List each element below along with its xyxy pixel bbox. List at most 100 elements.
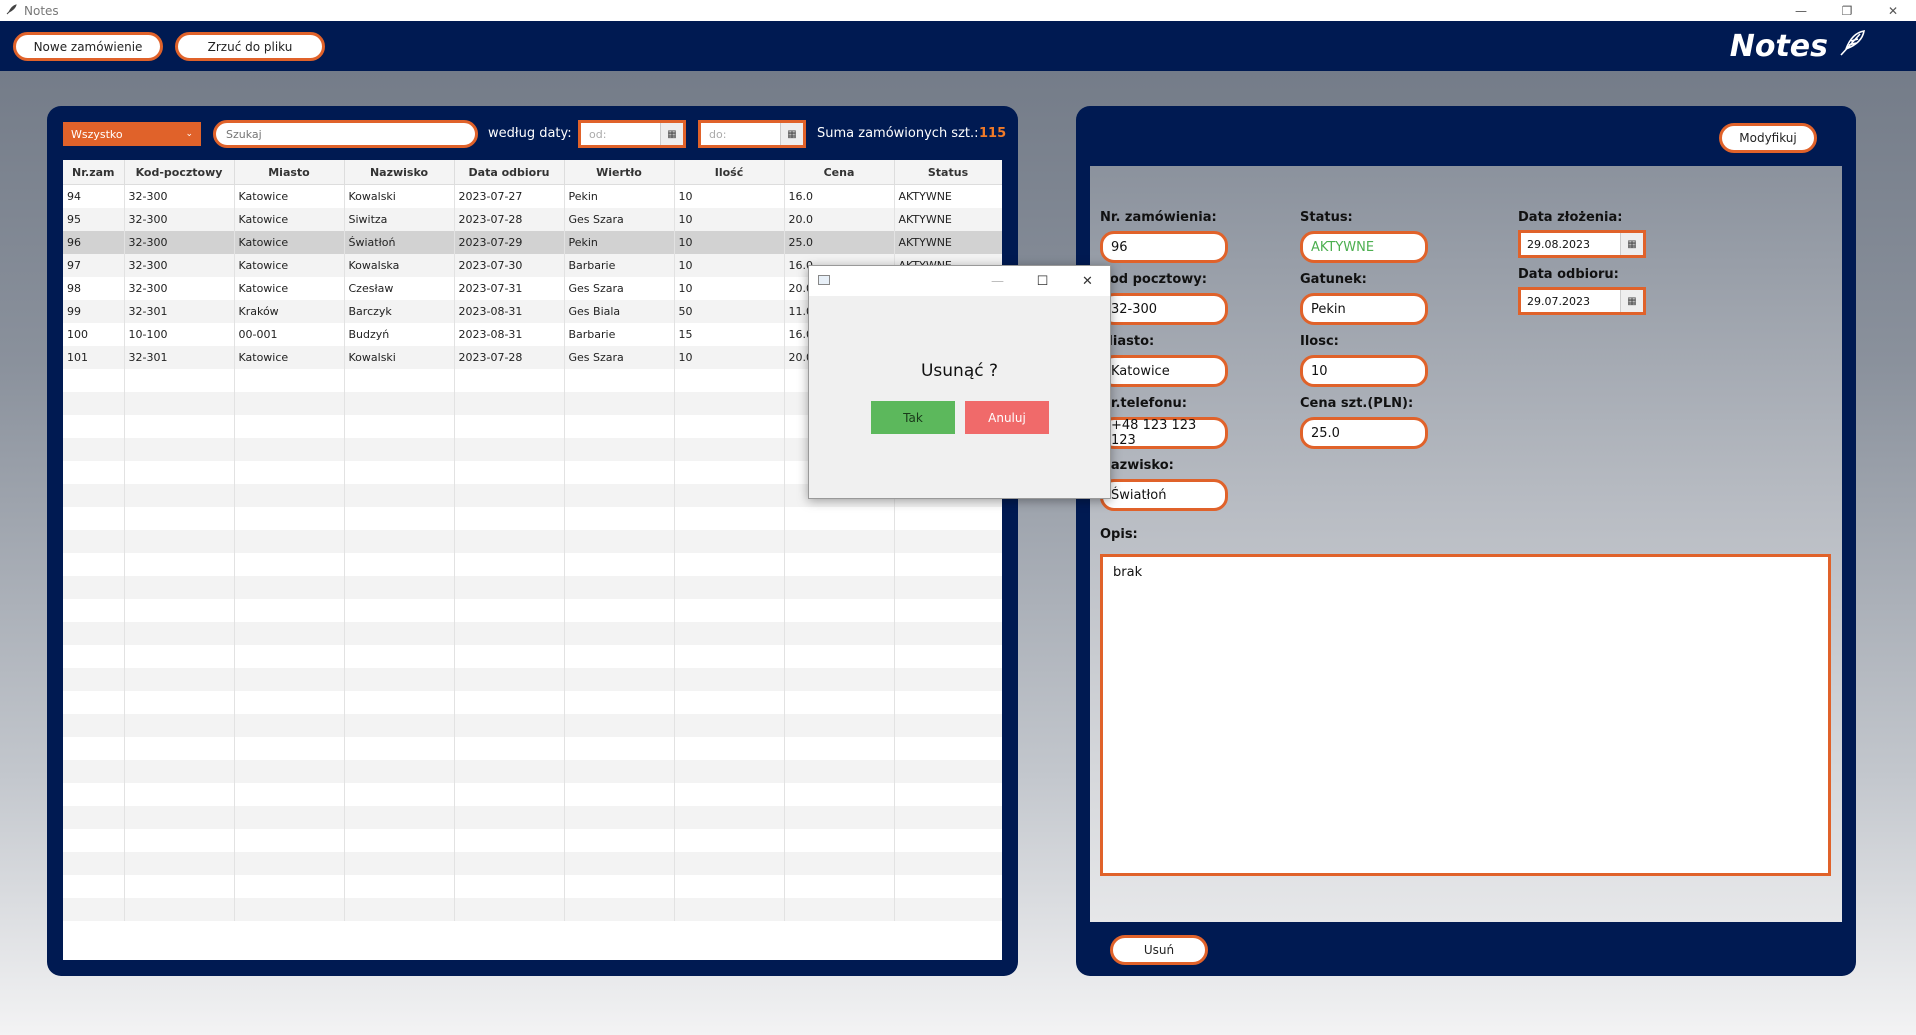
postal-label: Kod pocztowy: [1100, 272, 1207, 287]
date-to-picker[interactable]: do: ▦ [698, 120, 806, 148]
table-row[interactable]: 94 32-300 Katowice Kowalski 2023-07-27 Pekin 1… [63, 184, 1002, 208]
table-cell [564, 760, 675, 783]
table-cell: 2023-07-27 [454, 184, 565, 208]
description-textarea[interactable]: brak [1100, 554, 1831, 876]
table-cell [894, 530, 1002, 553]
table-cell [344, 461, 455, 484]
created-date-picker[interactable]: 29.08.2023 ▦ [1518, 230, 1646, 258]
table-cell [674, 737, 785, 760]
dialog-close-button[interactable]: ✕ [1065, 266, 1110, 296]
table-cell: Katowice [234, 346, 345, 369]
modify-button[interactable]: Modyfikuj [1719, 123, 1817, 153]
table-cell: Barbarie [564, 323, 675, 346]
table-cell [344, 852, 455, 875]
minimize-button[interactable]: — [1778, 0, 1824, 21]
table-cell [344, 599, 455, 622]
pickup-date-picker[interactable]: 29.07.2023 ▦ [1518, 287, 1646, 315]
table-cell [234, 392, 345, 415]
column-header[interactable]: Cena [784, 160, 895, 185]
table-cell [894, 806, 1002, 829]
calendar-icon[interactable]: ▦ [1620, 290, 1643, 312]
table-cell: 32-300 [124, 277, 235, 300]
table-cell [344, 484, 455, 507]
created-date-value: 29.08.2023 [1527, 237, 1590, 251]
table-cell [124, 714, 235, 737]
table-cell [234, 783, 345, 806]
table-cell [564, 599, 675, 622]
qty-field[interactable]: 10 [1300, 355, 1428, 387]
table-row-selected[interactable]: 96 32-300 Katowice Światłoń 2023-07-29 Pekin 1… [63, 231, 1002, 254]
table-cell [564, 507, 675, 530]
table-row[interactable]: 95 32-300 Katowice Siwitza 2023-07-28 Ges Sza… [63, 208, 1002, 231]
order-no-field[interactable]: 96 [1100, 231, 1228, 263]
status-filter-select[interactable]: Wszystko ⌄ [63, 122, 201, 146]
table-cell: Katowice [234, 208, 345, 231]
surname-label: Nazwisko: [1100, 458, 1174, 473]
table-cell [344, 737, 455, 760]
table-cell [234, 415, 345, 438]
search-input[interactable] [213, 120, 478, 148]
table-cell [344, 645, 455, 668]
phone-field[interactable]: +48 123 123 123 [1100, 417, 1228, 449]
column-header[interactable]: Data odbioru [454, 160, 565, 185]
table-cell [344, 392, 455, 415]
breed-field[interactable]: Pekin [1300, 293, 1428, 325]
surname-field[interactable]: Światłoń [1100, 479, 1228, 511]
table-cell [894, 507, 1002, 530]
close-window-button[interactable]: ✕ [1870, 0, 1916, 21]
price-field[interactable]: 25.0 [1300, 417, 1428, 449]
column-header[interactable]: Ilość [674, 160, 785, 185]
table-cell: Kowalski [344, 346, 455, 369]
table-cell [784, 783, 895, 806]
table-cell: AKTYWNE [894, 231, 1002, 254]
date-from-picker[interactable]: od: ▦ [578, 120, 686, 148]
postal-field[interactable]: 32-300 [1100, 293, 1228, 325]
table-row-empty [63, 714, 1002, 737]
table-cell [344, 369, 455, 392]
table-cell: 32-300 [124, 208, 235, 231]
table-cell [344, 530, 455, 553]
top-toolbar: Nowe zamówienie Zrzuć do pliku Notes [0, 21, 1916, 71]
table-cell [894, 553, 1002, 576]
table-cell [454, 530, 565, 553]
table-row-empty [63, 691, 1002, 714]
column-header[interactable]: Nazwisko [344, 160, 455, 185]
table-cell: Budzyń [344, 323, 455, 346]
calendar-icon[interactable]: ▦ [660, 123, 683, 145]
status-field[interactable]: AKTYWNE [1300, 231, 1428, 263]
table-cell [454, 415, 565, 438]
column-header[interactable]: Status [894, 160, 1002, 185]
table-cell [674, 875, 785, 898]
city-field[interactable]: Katowice [1100, 355, 1228, 387]
table-cell [124, 760, 235, 783]
table-cell [63, 392, 125, 415]
new-order-button[interactable]: Nowe zamówienie [13, 32, 163, 61]
table-cell [344, 668, 455, 691]
confirm-yes-button[interactable]: Tak [871, 401, 955, 434]
confirm-cancel-button[interactable]: Anuluj [965, 401, 1049, 434]
table-cell [564, 852, 675, 875]
window-titlebar: Notes — ❐ ✕ [0, 0, 1916, 21]
calendar-icon[interactable]: ▦ [1620, 233, 1643, 255]
column-header[interactable]: Wiertło [564, 160, 675, 185]
table-cell [894, 645, 1002, 668]
table-cell [784, 668, 895, 691]
table-cell [124, 875, 235, 898]
table-cell: 97 [63, 254, 125, 277]
table-cell: 10 [674, 184, 785, 208]
delete-button[interactable]: Usuń [1110, 935, 1208, 965]
table-cell [674, 484, 785, 507]
table-cell: 2023-08-31 [454, 300, 565, 323]
column-header[interactable]: Miasto [234, 160, 345, 185]
table-cell [344, 415, 455, 438]
restore-button[interactable]: ❐ [1824, 0, 1870, 21]
table-cell [234, 553, 345, 576]
calendar-icon[interactable]: ▦ [780, 123, 803, 145]
table-cell [894, 898, 1002, 921]
column-header[interactable]: Nr.zam [63, 160, 125, 185]
table-cell [454, 392, 565, 415]
export-to-file-button[interactable]: Zrzuć do pliku [175, 32, 325, 61]
dialog-maximize-button[interactable]: ☐ [1020, 266, 1065, 296]
table-cell [674, 369, 785, 392]
column-header[interactable]: Kod-pocztowy [124, 160, 235, 185]
